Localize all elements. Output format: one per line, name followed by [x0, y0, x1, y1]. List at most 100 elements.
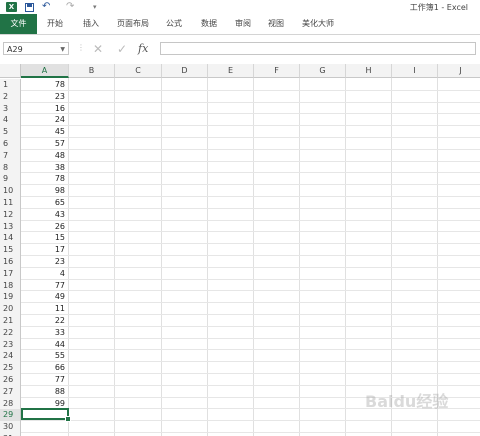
row-header-3[interactable]: 3	[0, 102, 21, 115]
row-header-4[interactable]: 4	[0, 114, 21, 127]
cell-a8[interactable]: 38	[21, 162, 68, 174]
row-header-16[interactable]: 16	[0, 256, 21, 268]
cell-a16[interactable]: 23	[21, 256, 68, 268]
cell-a23[interactable]: 44	[21, 339, 68, 351]
cell-a1[interactable]: 78	[21, 79, 68, 91]
row-header-11[interactable]: 11	[0, 197, 21, 209]
row-header-30[interactable]: 30	[0, 421, 21, 433]
save-icon[interactable]	[25, 3, 34, 12]
row-header-17[interactable]: 17	[0, 267, 21, 280]
column-header-h[interactable]: H	[346, 64, 392, 78]
column-header-a[interactable]: A	[21, 64, 69, 78]
cell-a5[interactable]: 45	[21, 126, 68, 138]
grid-hline	[21, 219, 480, 221]
cell-a10[interactable]: 98	[21, 185, 68, 197]
enter-check-icon[interactable]: ✓	[117, 41, 127, 57]
undo-icon[interactable]: ↶	[42, 2, 54, 12]
column-header-i[interactable]: I	[392, 64, 438, 78]
cell-a7[interactable]: 48	[21, 150, 68, 162]
grid-hline	[21, 325, 480, 327]
row-header-21[interactable]: 21	[0, 315, 21, 327]
tab-data[interactable]: 数据	[201, 14, 217, 34]
grid-hline	[21, 302, 480, 304]
row-header-2[interactable]: 2	[0, 90, 21, 103]
cell-a17[interactable]: 4	[21, 268, 68, 280]
name-box[interactable]: A29 ▼	[3, 42, 69, 55]
row-header-6[interactable]: 6	[0, 138, 21, 150]
row-header-18[interactable]: 18	[0, 279, 21, 292]
grid-hline	[21, 266, 480, 268]
grid-vline	[68, 78, 69, 436]
cell-a12[interactable]: 43	[21, 209, 68, 221]
row-header-12[interactable]: 12	[0, 208, 21, 221]
grid-hline	[21, 89, 480, 91]
column-header-d[interactable]: D	[162, 64, 208, 78]
grid-vline	[299, 78, 300, 436]
tab-review[interactable]: 审阅	[235, 14, 251, 34]
row-header-8[interactable]: 8	[0, 161, 21, 174]
row-header-28[interactable]: 28	[0, 397, 21, 410]
row-header-20[interactable]: 20	[0, 303, 21, 315]
tab-file[interactable]: 文件	[0, 14, 37, 34]
row-header-26[interactable]: 26	[0, 374, 21, 386]
cell-a3[interactable]: 16	[21, 103, 68, 115]
chevron-down-icon[interactable]: ▼	[60, 43, 65, 56]
cell-a2[interactable]: 23	[21, 91, 68, 103]
cell-a27[interactable]: 88	[21, 386, 68, 398]
cell-a11[interactable]: 65	[21, 197, 68, 209]
row-header-19[interactable]: 19	[0, 291, 21, 304]
column-header-b[interactable]: B	[69, 64, 115, 78]
formula-input[interactable]	[160, 42, 476, 55]
row-header-7[interactable]: 7	[0, 149, 21, 162]
tab-beautify-master[interactable]: 美化大师	[302, 14, 334, 34]
tab-page-layout[interactable]: 页面布局	[117, 14, 149, 34]
redo-icon[interactable]: ↷	[66, 2, 78, 12]
cell-a14[interactable]: 15	[21, 232, 68, 244]
grid-hline	[21, 337, 480, 339]
cell-a13[interactable]: 26	[21, 221, 68, 233]
cancel-icon[interactable]: ✕	[93, 41, 103, 57]
cell-a22[interactable]: 33	[21, 327, 68, 339]
cell-a24[interactable]: 55	[21, 350, 68, 362]
cell-a25[interactable]: 66	[21, 362, 68, 374]
row-header-15[interactable]: 15	[0, 244, 21, 256]
row-header-9[interactable]: 9	[0, 173, 21, 186]
cell-a18[interactable]: 77	[21, 280, 68, 292]
row-header-29[interactable]: 29	[0, 409, 21, 422]
grid-hline	[21, 314, 480, 315]
cell-a26[interactable]: 77	[21, 374, 68, 386]
row-header-14[interactable]: 14	[0, 232, 21, 245]
row-header-23[interactable]: 23	[0, 338, 21, 351]
column-header-g[interactable]: G	[300, 64, 346, 78]
grid-hline	[21, 160, 480, 162]
active-cell-a29[interactable]	[21, 408, 71, 423]
cell-a4[interactable]: 24	[21, 114, 68, 126]
tab-view[interactable]: 视图	[268, 14, 284, 34]
cell-a9[interactable]: 78	[21, 173, 68, 185]
row-header-5[interactable]: 5	[0, 126, 21, 138]
row-header-27[interactable]: 27	[0, 385, 21, 398]
cell-a19[interactable]: 49	[21, 291, 68, 303]
grid-hline	[21, 172, 480, 174]
row-header-25[interactable]: 25	[0, 362, 21, 374]
insert-function-icon[interactable]: fx	[138, 41, 148, 57]
cell-a6[interactable]: 57	[21, 138, 68, 150]
cell-a20[interactable]: 11	[21, 303, 68, 315]
column-header-f[interactable]: F	[254, 64, 300, 78]
row-header-13[interactable]: 13	[0, 220, 21, 233]
customize-quick-access-icon[interactable]: ▾	[93, 2, 101, 12]
cell-a15[interactable]: 17	[21, 244, 68, 256]
column-header-c[interactable]: C	[115, 64, 162, 78]
select-all-corner[interactable]	[0, 64, 21, 78]
cell-a21[interactable]: 22	[21, 315, 68, 327]
tab-home[interactable]: 开始	[47, 14, 63, 34]
row-header-10[interactable]: 10	[0, 185, 21, 197]
row-header-24[interactable]: 24	[0, 350, 21, 363]
column-header-e[interactable]: E	[208, 64, 254, 78]
row-header-1[interactable]: 1	[0, 79, 21, 91]
row-header-22[interactable]: 22	[0, 326, 21, 339]
tab-formulas[interactable]: 公式	[166, 14, 182, 34]
column-header-j[interactable]: J	[438, 64, 480, 78]
tab-insert[interactable]: 插入	[83, 14, 99, 34]
worksheet-grid[interactable]: A B C D E F G H I J 1 78 2 23 3 16 4 24 5 45 6 57 7 48 8 38 9 78 10 9…	[0, 64, 480, 436]
